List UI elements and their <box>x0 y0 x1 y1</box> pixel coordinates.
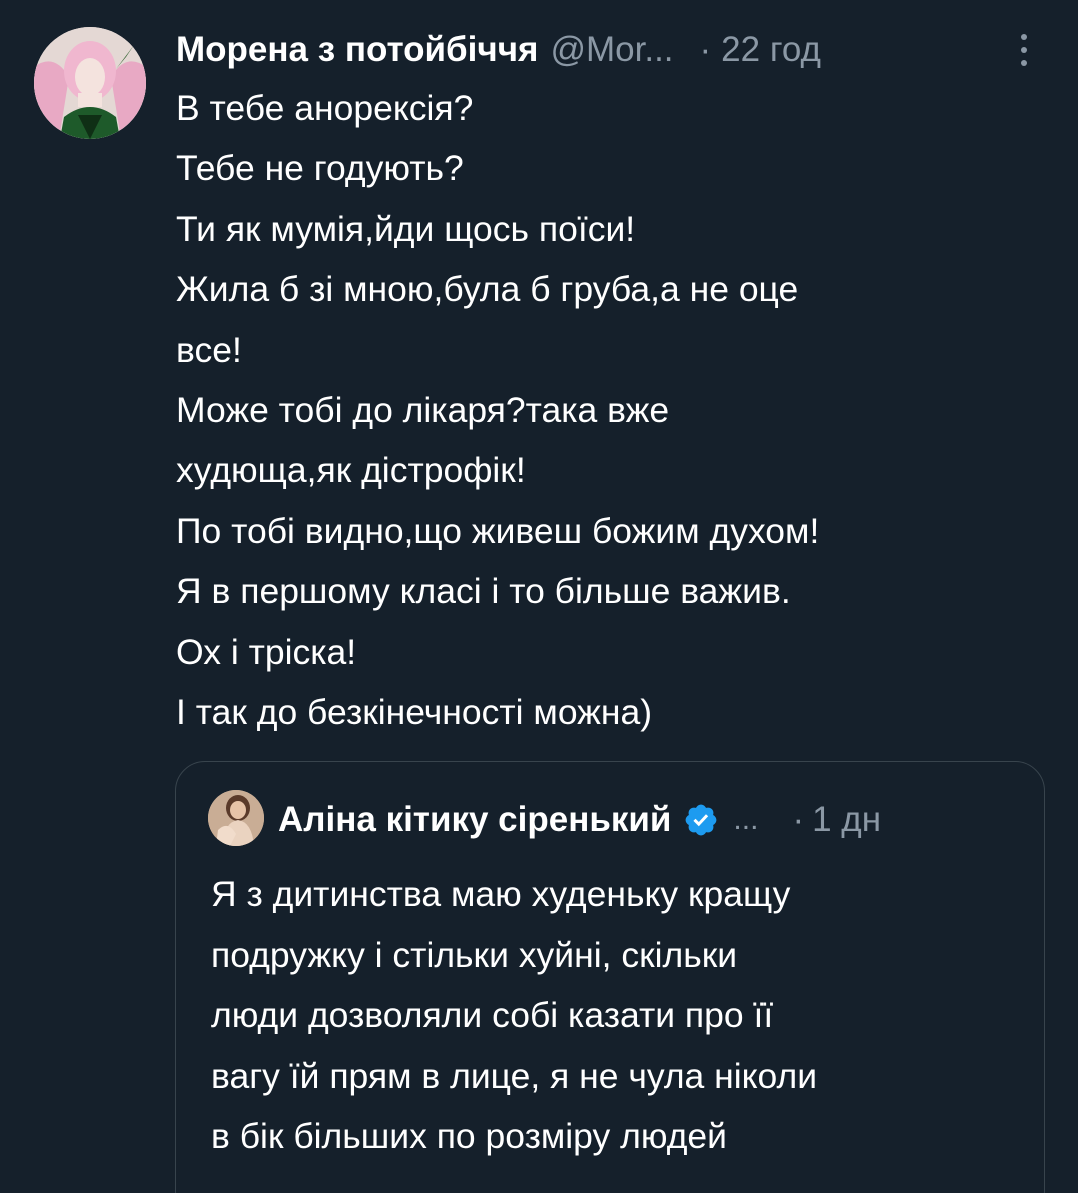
author-avatar[interactable] <box>34 27 146 139</box>
author-handle[interactable]: @Mor... <box>550 30 673 70</box>
author-name[interactable]: Морена з потойбіччя <box>176 30 538 70</box>
tweet-line: худюща,як дістрофік! <box>176 450 526 491</box>
tweet-timestamp[interactable]: 22 год <box>721 30 821 70</box>
tweet[interactable]: Морена з потойбіччя @Mor... · 22 год В т… <box>0 0 1078 1193</box>
tweet-line: Ох і тріска! <box>176 631 357 672</box>
more-vertical-icon[interactable] <box>1014 30 1034 70</box>
quoted-line: Я з дитинства маю худеньку кращу <box>211 874 791 914</box>
quoted-tweet-text: Я з дитинства маю худеньку кращу подружк… <box>211 864 1011 1167</box>
quoted-tweet-timestamp[interactable]: 1 дн <box>812 800 881 840</box>
verified-badge-icon <box>683 802 719 838</box>
tweet-line: І так до безкінечності можна) <box>176 692 653 733</box>
tweet-line: Жила б зі мною,була б груба,а не оце <box>176 269 799 310</box>
quoted-line: подружку і стільки хуйні, скільки <box>211 934 738 975</box>
tweet-line: Я в першому класі і то більше важив. <box>176 571 791 612</box>
quoted-line: в бік більших по розміру людей <box>211 1116 727 1156</box>
quoted-tweet[interactable]: Аліна кітику сіренький ... · 1 дн Я з ди… <box>175 761 1045 1193</box>
quoted-author-name[interactable]: Аліна кітику сіренький <box>278 800 671 840</box>
tweet-line: По тобі видно,що живеш божим духом! <box>176 510 820 551</box>
quoted-line: вагу їй прям в лице, я не чула ніколи <box>211 1055 818 1096</box>
quoted-line: люди дозволяли собі казати про її <box>211 995 774 1035</box>
tweet-text: В тебе анорексія? Тебе не годують? Ти як… <box>176 78 1036 742</box>
tweet-line: Може тобі до лікаря?така вже <box>176 390 670 431</box>
separator-dot: · <box>792 800 805 839</box>
quoted-author-avatar[interactable] <box>208 790 264 846</box>
tweet-header: Морена з потойбіччя @Mor... · 22 год <box>176 22 821 78</box>
tweet-line: все! <box>176 329 242 370</box>
quoted-tweet-header: Аліна кітику сіренький ... · 1 дн <box>278 794 881 846</box>
separator-dot: · <box>699 30 712 69</box>
quoted-name-ellipsis: ... <box>733 803 759 836</box>
tweet-line: Тебе не годують? <box>176 148 464 189</box>
tweet-line: Ти як мумія,йди щось поїси! <box>176 208 636 249</box>
tweet-line: В тебе анорексія? <box>176 88 474 128</box>
